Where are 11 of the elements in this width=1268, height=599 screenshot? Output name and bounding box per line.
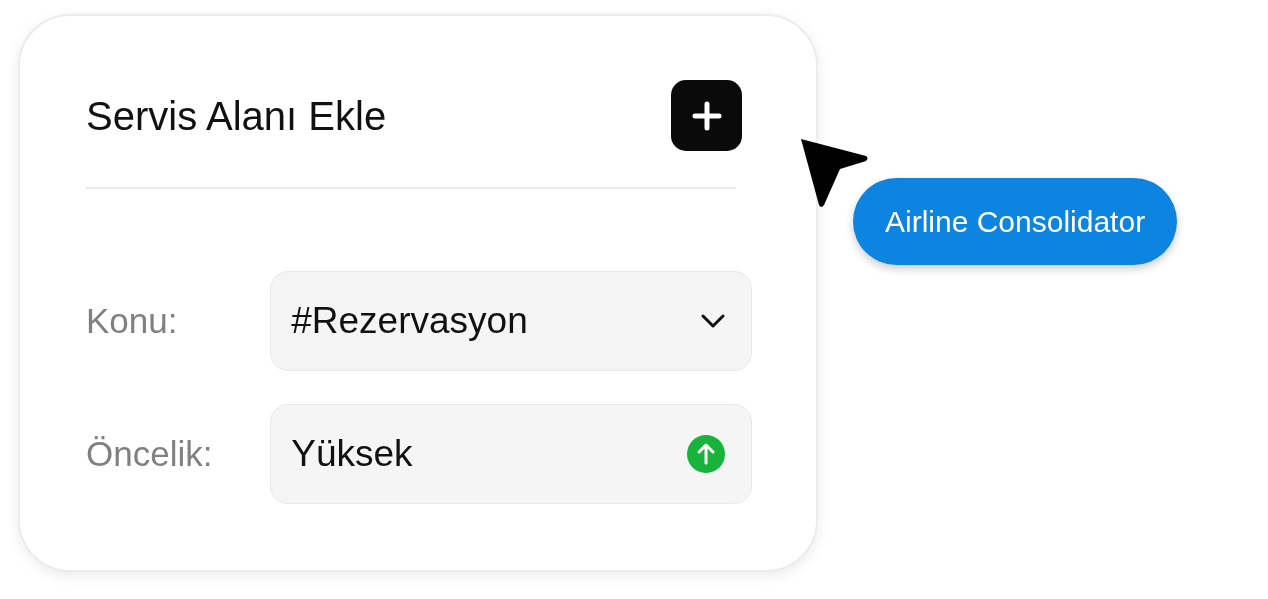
card-title: Servis Alanı Ekle: [86, 95, 387, 136]
dropdown[interactable]: #Rezervasyon: [270, 271, 752, 371]
add-button[interactable]: [671, 80, 742, 151]
arrow-up-icon: [687, 435, 725, 473]
chevron-down-icon: [701, 314, 725, 328]
field-label: Konu:: [86, 299, 179, 342]
plus-icon: [691, 100, 722, 131]
cursor-icon: [798, 136, 870, 210]
priority-field[interactable]: Yüksek: [270, 404, 752, 504]
tag-pill[interactable]: Airline Consolidator: [853, 178, 1178, 265]
field-label: Öncelik:: [86, 432, 214, 475]
